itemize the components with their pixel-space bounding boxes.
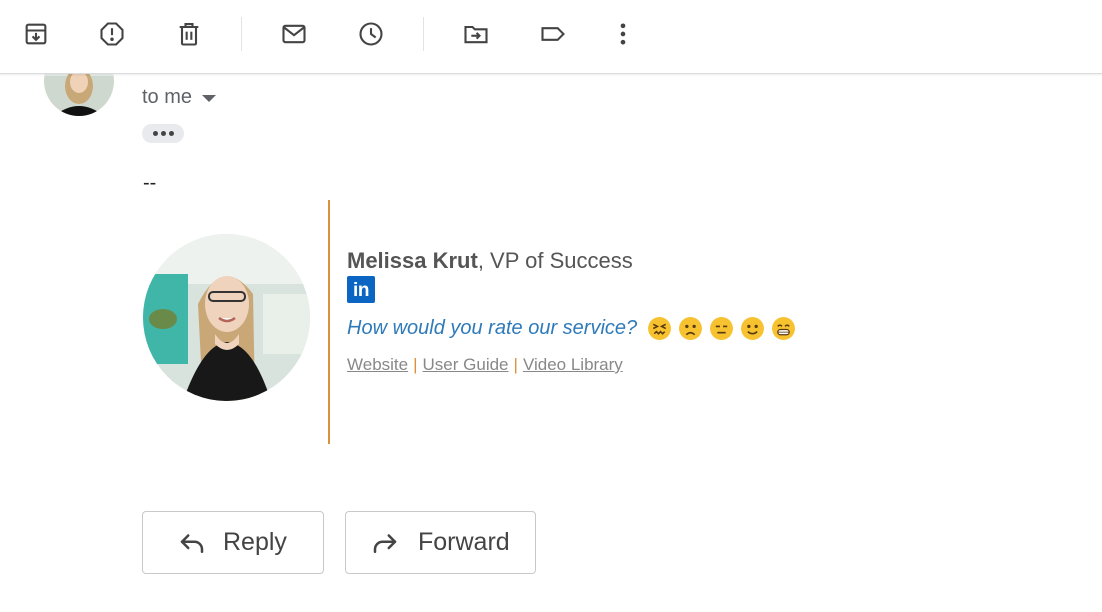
more-vert-icon <box>620 23 626 45</box>
trash-icon <box>179 23 199 46</box>
rating-row: How would you rate our service? <box>347 316 796 341</box>
recipient-text: to me <box>142 86 193 108</box>
dot <box>160 131 166 136</box>
report-spam-button[interactable] <box>92 14 132 54</box>
move-to-folder-icon <box>464 25 488 44</box>
dot <box>152 131 158 136</box>
grin-icon[interactable] <box>771 316 796 341</box>
reply-label: Reply <box>223 528 287 556</box>
snooze-button[interactable] <box>351 14 391 54</box>
archive-icon <box>25 23 47 45</box>
link-separator: | <box>413 355 418 374</box>
signature-name: Melissa Krut <box>347 248 478 273</box>
signature-links: Website | User Guide | Video Library <box>347 355 623 375</box>
signature-divider <box>328 200 330 444</box>
forward-button[interactable]: Forward <box>345 511 536 574</box>
labels-button[interactable] <box>533 14 573 54</box>
signature-photo <box>143 234 310 401</box>
neutral-icon[interactable] <box>709 316 734 341</box>
reply-icon <box>180 533 204 553</box>
mark-unread-button[interactable] <box>274 14 314 54</box>
reply-button[interactable]: Reply <box>142 511 324 574</box>
signature-title: , VP of Success <box>477 248 633 273</box>
dot <box>168 131 174 136</box>
user-guide-link[interactable]: User Guide <box>423 355 509 375</box>
more-options-button[interactable] <box>603 14 643 54</box>
recipient-details-toggle[interactable]: to me <box>142 86 217 109</box>
archive-button[interactable] <box>16 14 56 54</box>
linkedin-label: in <box>353 280 369 301</box>
signature-separator: -- <box>143 172 157 194</box>
sad-icon[interactable] <box>678 316 703 341</box>
very-unhappy-icon[interactable] <box>647 316 672 341</box>
signature-name-title: Melissa Krut, VP of Success <box>347 248 633 274</box>
link-separator: | <box>513 355 518 374</box>
chevron-down-icon <box>202 95 217 102</box>
message-toolbar <box>0 0 1102 74</box>
forward-icon <box>373 533 397 553</box>
toolbar-divider <box>423 17 424 51</box>
toolbar-divider <box>241 17 242 51</box>
linkedin-icon[interactable]: in <box>347 276 375 303</box>
label-icon <box>541 27 565 41</box>
move-to-button[interactable] <box>456 14 496 54</box>
mail-icon <box>282 24 306 44</box>
show-trimmed-content-button[interactable] <box>142 124 184 143</box>
forward-label: Forward <box>418 528 510 556</box>
video-library-link[interactable]: Video Library <box>523 355 623 375</box>
rating-prompt: How would you rate our service? <box>347 317 638 339</box>
smile-icon[interactable] <box>740 316 765 341</box>
clock-icon <box>359 22 383 46</box>
delete-button[interactable] <box>169 14 209 54</box>
report-spam-icon <box>100 22 124 46</box>
website-link[interactable]: Website <box>347 355 408 375</box>
